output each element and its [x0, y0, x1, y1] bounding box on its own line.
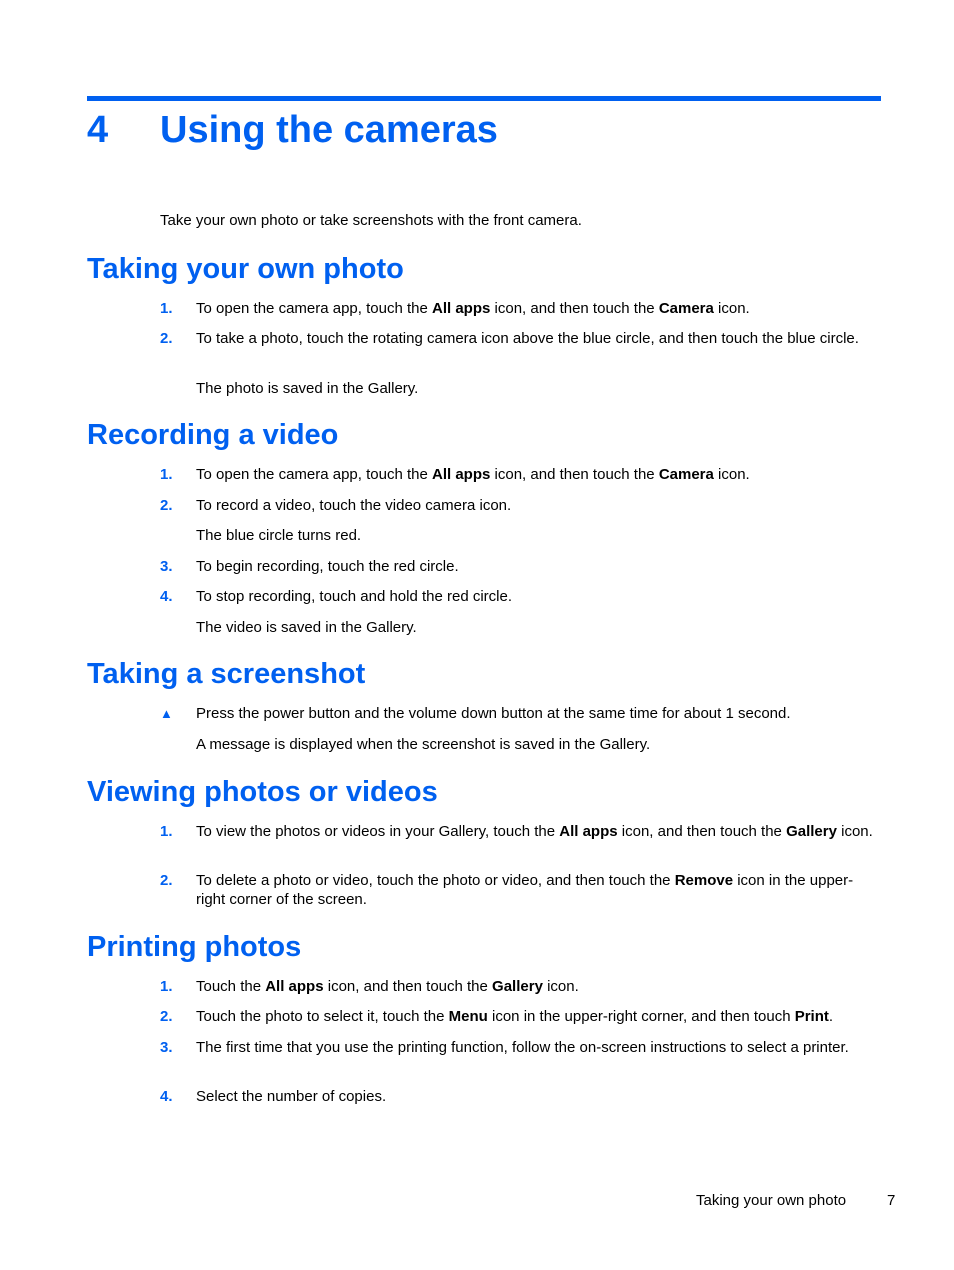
list-item: 3. To begin recording, touch the red circ…	[160, 557, 880, 576]
step-text: To open the camera app, touch the All ap…	[196, 466, 750, 483]
section-heading: Taking a screenshot	[87, 658, 366, 690]
step-number: 2.	[160, 330, 173, 347]
step-note: A message is displayed when the screensh…	[196, 736, 651, 753]
step-number: 3.	[160, 558, 173, 575]
list-item: 1. To open the camera app, touch the All …	[160, 465, 880, 484]
chapter-title: 4 Using the cameras	[87, 106, 498, 154]
step-text: To begin recording, touch the red circle…	[196, 558, 459, 575]
step-number: 1.	[160, 978, 173, 995]
chapter-number: 4	[87, 109, 109, 151]
step-number: 4.	[160, 588, 173, 605]
list-item: 1. To view the photos or videos in your G…	[160, 822, 880, 841]
section-heading: Printing photos	[87, 931, 302, 963]
step-number: 2.	[160, 872, 173, 889]
section-heading: Viewing photos or videos	[87, 776, 438, 808]
step-text: The first time that you use the printing…	[196, 1039, 849, 1056]
step-text: Select the number of copies.	[196, 1088, 387, 1105]
list-item: 3. The first time that you use the printi…	[160, 1038, 880, 1057]
step-text: Touch the All apps icon, and then touch …	[196, 978, 579, 995]
footer-section-title: Taking your own photo	[696, 1192, 847, 1209]
chapter-title-text: Using the cameras	[160, 109, 498, 151]
step-text: To delete a photo or video, touch the ph…	[196, 872, 854, 908]
step-text: Touch the photo to select it, touch the …	[196, 1008, 834, 1025]
list-item: 2. Touch the photo to select it, touch th…	[160, 1007, 880, 1026]
section-heading: Recording a video	[87, 419, 339, 451]
step-text: To view the photos or videos in your Gal…	[196, 823, 873, 840]
list-item: 2. To delete a photo or video, touch the …	[160, 871, 880, 909]
step-number: 4.	[160, 1088, 173, 1105]
list-item: ▲ Press the power button and the volume d…	[160, 704, 880, 723]
list-item: 2. To take a photo, touch the rotating ca…	[160, 329, 880, 348]
step-text: To record a video, touch the video camer…	[196, 497, 512, 514]
step-text: Press the power button and the volume do…	[196, 705, 791, 722]
step-number: 1.	[160, 300, 173, 317]
triangle-bullet-icon: ▲	[160, 706, 173, 721]
step-number: 1.	[160, 466, 173, 483]
step-text: To take a photo, touch the rotating came…	[196, 330, 859, 347]
section-heading: Taking your own photo	[87, 253, 404, 285]
step-number: 1.	[160, 823, 173, 840]
step-number: 3.	[160, 1039, 173, 1056]
step-note: The photo is saved in the Gallery.	[196, 380, 419, 397]
page-number: 7	[887, 1192, 896, 1209]
step-number: 2.	[160, 497, 173, 514]
step-text: To stop recording, touch and hold the re…	[196, 588, 513, 605]
list-item: 1. Touch the All apps icon, and then touc…	[160, 977, 880, 996]
step-number: 2.	[160, 1008, 173, 1025]
list-item: 4. Select the number of copies.	[160, 1087, 880, 1106]
step-text: To open the camera app, touch the All ap…	[196, 300, 750, 317]
intro-text: Take your own photo or take screenshots …	[160, 212, 582, 229]
list-item: 1. To open the camera app, touch the All …	[160, 299, 880, 318]
list-item: 2. To record a video, touch the video cam…	[160, 496, 880, 515]
chapter-rule	[87, 96, 881, 101]
list-item: 4. To stop recording, touch and hold the …	[160, 587, 880, 606]
step-note: The video is saved in the Gallery.	[196, 619, 417, 636]
step-note: The blue circle turns red.	[196, 527, 362, 544]
